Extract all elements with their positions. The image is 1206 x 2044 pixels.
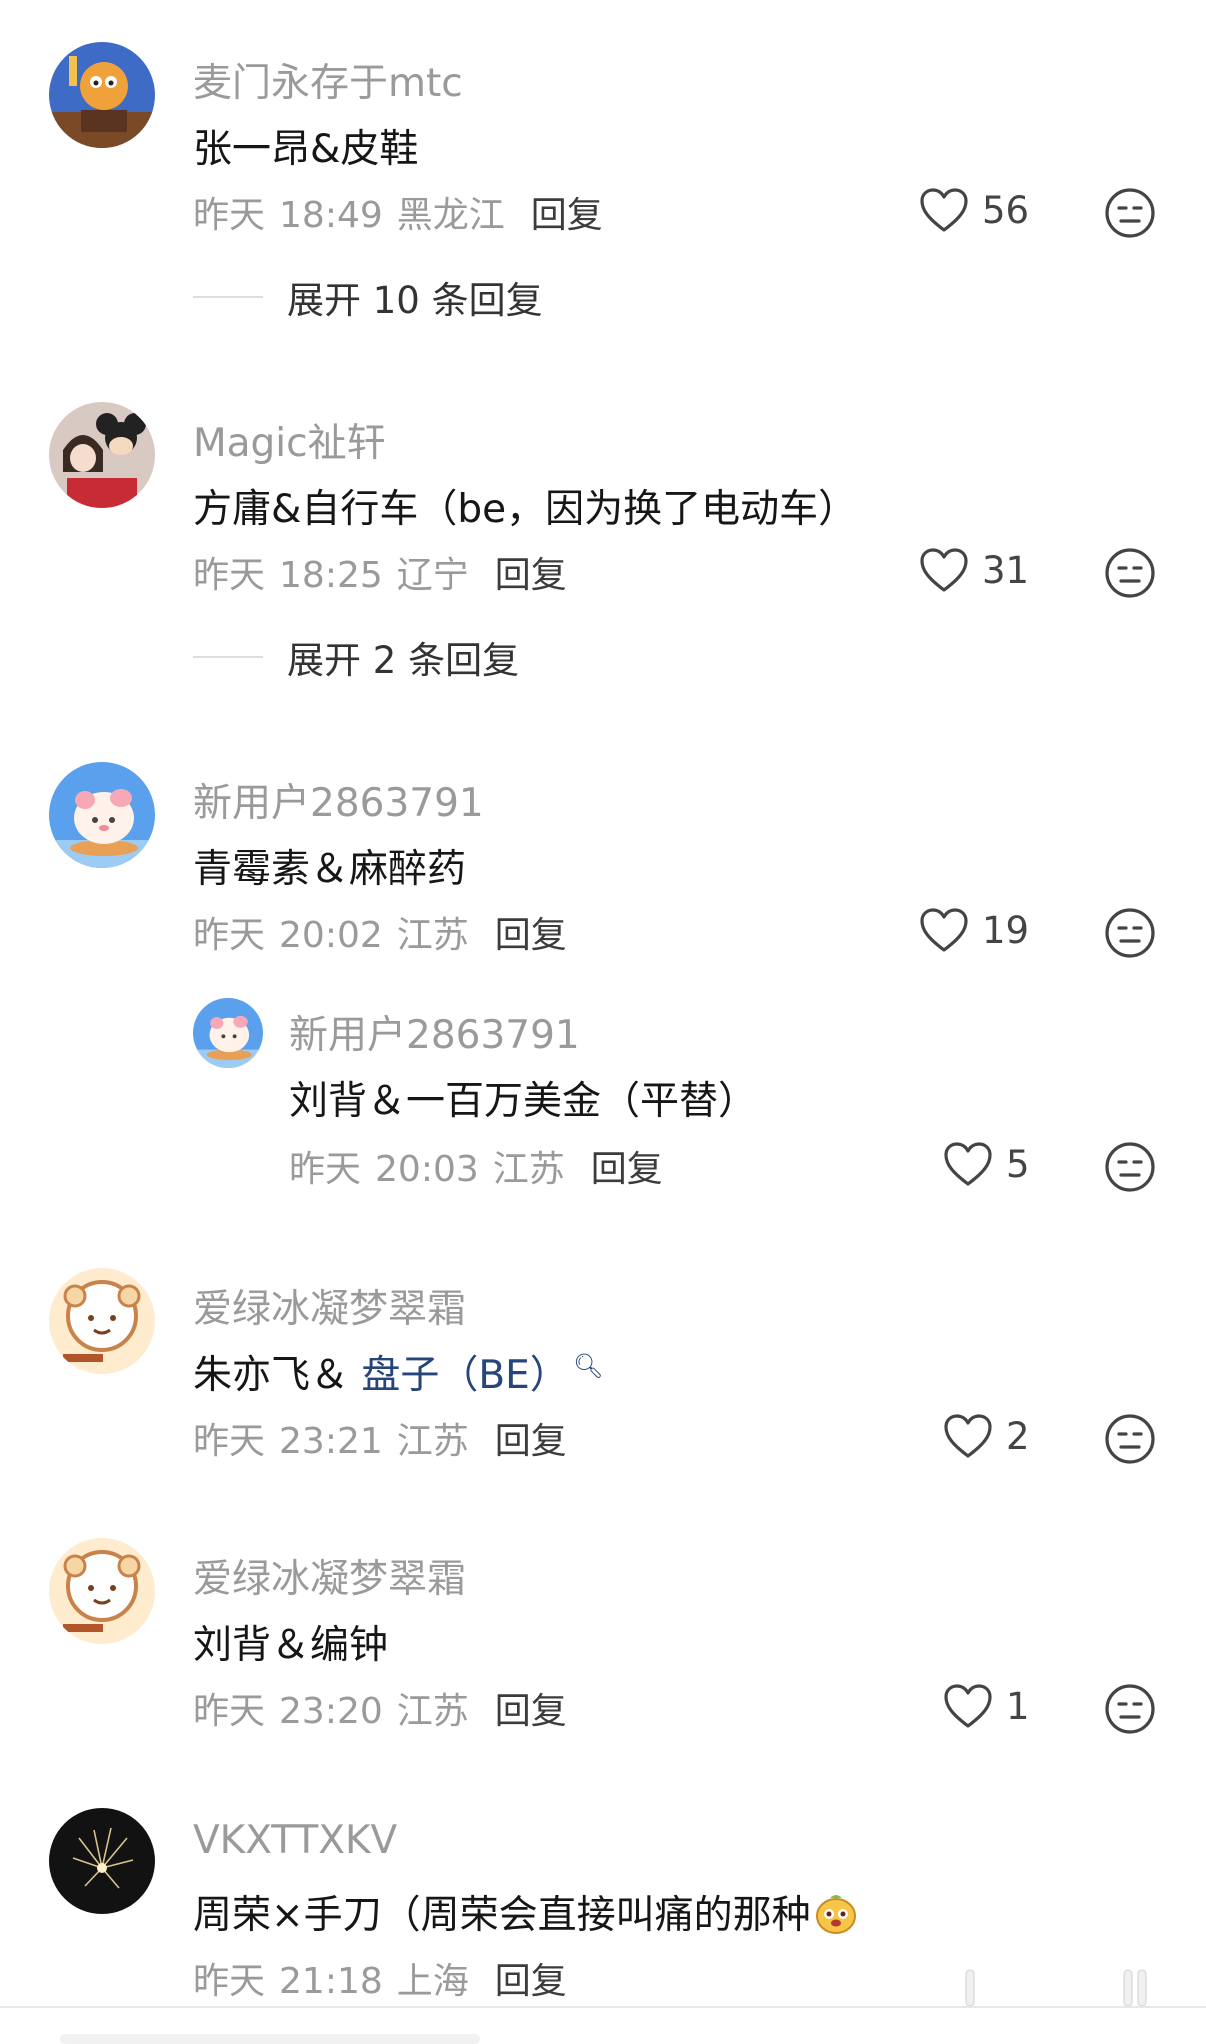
avatar[interactable] xyxy=(49,762,155,868)
neutral-face-icon[interactable] xyxy=(1104,907,1156,959)
expand-replies-button[interactable]: 展开 2 条回复 xyxy=(193,630,519,684)
username[interactable]: 新用户2863791 xyxy=(193,772,484,828)
reply-button[interactable]: 回复 xyxy=(495,1961,567,2002)
username[interactable]: VKXTTXKV xyxy=(193,1818,397,1863)
comment-meta: 昨天 20:02 江苏 回复 xyxy=(193,906,567,958)
neutral-face-icon[interactable] xyxy=(1104,1683,1156,1735)
search-icon[interactable]: 🔍︎ xyxy=(573,1352,603,1380)
heart-outline-icon xyxy=(920,548,968,592)
comment-time: 18:25 xyxy=(279,555,383,596)
like-count: 31 xyxy=(982,548,1030,592)
neutral-face-icon[interactable] xyxy=(1104,1141,1156,1193)
comment-text: 青霉素＆麻醉药 xyxy=(193,847,467,892)
neutral-face-icon[interactable] xyxy=(1104,547,1156,599)
expand-replies-label: 展开 10 条回复 xyxy=(287,279,543,322)
reply-button[interactable]: 回复 xyxy=(495,555,567,596)
reply-button[interactable]: 回复 xyxy=(495,1691,567,1732)
comment-date: 昨天 xyxy=(193,915,266,956)
comment-date: 昨天 xyxy=(193,1961,266,2002)
comment-date: 昨天 xyxy=(289,1149,362,1190)
expand-replies-button[interactable]: 展开 10 条回复 xyxy=(193,270,543,324)
comment-date: 昨天 xyxy=(193,195,266,236)
like-button[interactable]: 56 xyxy=(918,186,1029,234)
neutral-face-icon[interactable] xyxy=(1104,187,1156,239)
comment-time: 23:20 xyxy=(279,1691,383,1732)
comment-date: 昨天 xyxy=(193,1691,266,1732)
username[interactable]: Magic祉轩 xyxy=(193,412,386,468)
comment-text-body: 周荣×手刀（周荣会直接叫痛的那种 xyxy=(193,1893,811,1938)
comment-time: 20:02 xyxy=(279,915,383,956)
comment-text-prefix: 朱亦飞＆ xyxy=(193,1353,362,1398)
comment-time: 23:21 xyxy=(279,1421,383,1462)
neutral-face-icon[interactable] xyxy=(1104,1413,1156,1465)
heart-outline-icon xyxy=(944,1142,992,1186)
comment-region: 上海 xyxy=(396,1961,469,2002)
comment-meta: 昨天 18:25 辽宁 回复 xyxy=(193,546,567,598)
expand-replies-label: 展开 2 条回复 xyxy=(287,639,520,682)
comment-text: 刘背＆编钟 xyxy=(193,1623,389,1668)
like-count: 2 xyxy=(1006,1414,1030,1458)
comment-time: 18:49 xyxy=(279,195,383,236)
comment-text: 刘背＆一百万美金（平替） xyxy=(289,1079,758,1124)
reply-button[interactable]: 回复 xyxy=(591,1149,663,1190)
comment-meta: 昨天 23:21 江苏 回复 xyxy=(193,1412,567,1464)
username[interactable]: 麦门永存于mtc xyxy=(193,52,463,108)
heart-outline-icon xyxy=(920,188,968,232)
comment-text: 周荣×手刀（周荣会直接叫痛的那种 xyxy=(193,1884,859,1946)
avatar[interactable] xyxy=(49,1538,155,1644)
comment-input-bar[interactable] xyxy=(60,2034,480,2044)
comment-meta: 昨天 23:20 江苏 回复 xyxy=(193,1682,567,1734)
comment-text: 朱亦飞＆ 盘子（BE） 🔍︎ xyxy=(193,1344,603,1400)
divider xyxy=(0,2006,1206,2008)
like-button[interactable]: 5 xyxy=(942,1140,1030,1188)
comment-date: 昨天 xyxy=(193,555,266,596)
like-button[interactable]: 2 xyxy=(942,1412,1030,1460)
comment-meta: 昨天 21:18 上海 回复 xyxy=(193,1952,567,2004)
avatar[interactable] xyxy=(193,998,263,1068)
comment-meta: 昨天 18:49 黑龙江 回复 xyxy=(193,186,603,238)
comment-region: 江苏 xyxy=(492,1149,565,1190)
like-button[interactable]: 19 xyxy=(918,906,1029,954)
comment-date: 昨天 xyxy=(193,1421,266,1462)
reply-button[interactable]: 回复 xyxy=(495,1421,567,1462)
avatar[interactable] xyxy=(49,1808,155,1914)
comment-time: 21:18 xyxy=(279,1961,383,2002)
search-keyword-link[interactable]: 盘子（BE） xyxy=(361,1353,568,1398)
heart-outline-icon xyxy=(920,908,968,952)
avatar[interactable] xyxy=(49,1268,155,1374)
comment-region: 江苏 xyxy=(396,915,469,956)
username[interactable]: 爱绿冰凝梦翠霜 xyxy=(193,1278,466,1334)
like-count: 56 xyxy=(982,188,1030,232)
comment-text: 张一昂&皮鞋 xyxy=(193,127,419,172)
heart-outline-icon xyxy=(944,1684,992,1728)
mascot-emoji-icon xyxy=(813,1890,859,1946)
like-button[interactable]: 31 xyxy=(918,546,1029,594)
username[interactable]: 爱绿冰凝梦翠霜 xyxy=(193,1548,466,1604)
divider xyxy=(193,656,263,658)
heart-outline-icon xyxy=(944,1414,992,1458)
like-button[interactable]: 1 xyxy=(942,1682,1030,1730)
like-count: 19 xyxy=(982,908,1030,952)
comment-time: 20:03 xyxy=(375,1149,479,1190)
reply-button[interactable]: 回复 xyxy=(531,195,603,236)
avatar[interactable] xyxy=(49,402,155,508)
comment-region: 江苏 xyxy=(396,1421,469,1462)
reply-button[interactable]: 回复 xyxy=(495,915,567,956)
like-count: 5 xyxy=(1006,1142,1030,1186)
like-count: 1 xyxy=(1006,1684,1030,1728)
comment-meta: 昨天 20:03 江苏 回复 xyxy=(289,1140,663,1192)
avatar[interactable] xyxy=(49,42,155,148)
divider xyxy=(193,296,263,298)
comment-text: 方庸&自行车（be，因为换了电动车） xyxy=(193,487,858,532)
comment-region: 辽宁 xyxy=(396,555,469,596)
comment-region: 黑龙江 xyxy=(396,195,505,236)
username[interactable]: 新用户2863791 xyxy=(289,1004,580,1060)
comment-region: 江苏 xyxy=(396,1691,469,1732)
